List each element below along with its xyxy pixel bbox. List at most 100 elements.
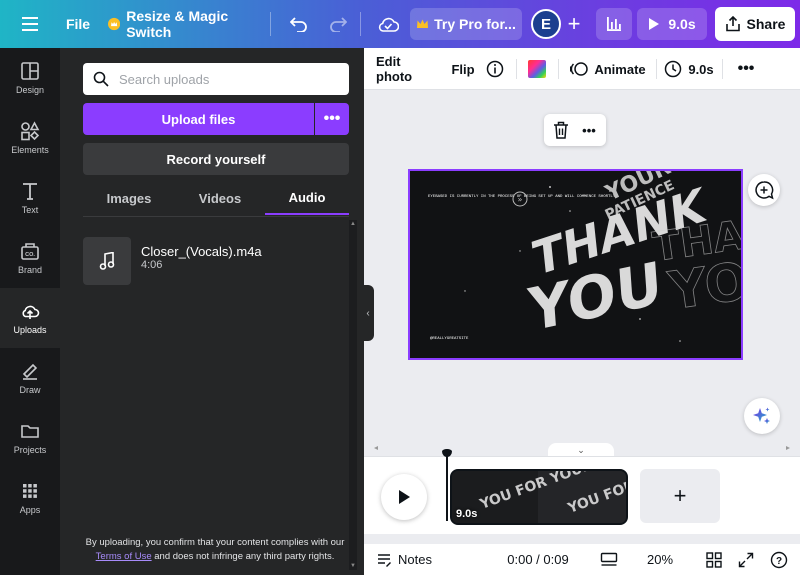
page-view-button[interactable] — [598, 544, 620, 575]
design-icon — [21, 62, 39, 80]
timing-label: 9.0s — [688, 61, 714, 77]
tabs-divider — [83, 216, 349, 217]
rail-item-label: Apps — [19, 505, 41, 515]
tab-videos[interactable]: Videos — [174, 181, 266, 215]
rail-item-elements[interactable]: Elements — [0, 108, 60, 168]
grid-view-button[interactable] — [704, 544, 724, 575]
tab-images[interactable]: Images — [83, 181, 175, 215]
timeline-toggle-button[interactable]: ⌄ — [548, 443, 614, 457]
share-button[interactable]: Share — [715, 7, 795, 41]
notes-label: Notes — [398, 552, 432, 567]
scroll-down-arrow-icon[interactable]: ▼ — [349, 562, 357, 570]
menu-hamburger-button[interactable] — [12, 0, 48, 48]
collapse-panel-handle[interactable]: ‹ — [362, 285, 374, 341]
undo-button[interactable] — [283, 0, 315, 48]
upload-more-options-button[interactable]: ••• — [315, 103, 349, 135]
terms-of-use-link[interactable]: Terms of Use — [96, 551, 152, 562]
fullscreen-button[interactable] — [736, 544, 756, 575]
music-note-icon — [99, 252, 115, 270]
rail-item-uploads[interactable]: Uploads — [0, 288, 60, 348]
rail-item-draw[interactable]: Draw — [0, 348, 60, 408]
clip-duration: 9.0s — [456, 508, 478, 520]
disclaimer-text: and does not infringe any third party ri… — [151, 551, 335, 562]
color-swatch-icon — [528, 60, 546, 78]
magic-assistant-button[interactable] — [744, 398, 780, 434]
info-icon — [486, 60, 504, 78]
rail-item-brand[interactable]: CO. Brand — [0, 228, 60, 288]
rail-item-label: Elements — [11, 145, 49, 155]
disclaimer-text: By uploading, you confirm that your cont… — [85, 537, 345, 548]
animate-label: Animate — [594, 61, 646, 77]
timing-button[interactable]: 9.0s — [664, 48, 714, 90]
edit-photo-button[interactable]: Edit photo — [376, 48, 440, 90]
resize-magic-switch-label: Resize & Magic Switch — [126, 8, 229, 40]
present-play-button[interactable]: 9.0s — [637, 8, 707, 40]
more-options-button[interactable]: ••• — [734, 48, 758, 90]
divider — [558, 59, 559, 79]
play-icon — [399, 490, 410, 504]
color-picker-button[interactable] — [526, 48, 548, 90]
audio-file-item[interactable]: Closer_(Vocals).m4a 4:06 — [83, 237, 349, 285]
file-menu-button[interactable]: File — [60, 0, 96, 48]
redo-button[interactable] — [322, 0, 354, 48]
trash-icon — [554, 121, 568, 139]
panel-scrollbar[interactable]: ▲ ▼ — [349, 220, 357, 570]
design-artwork: EYEBASED IS CURRENTLY IN THE PROCESS OF … — [410, 171, 741, 358]
scroll-up-arrow-icon[interactable]: ▲ — [349, 220, 357, 228]
search-box[interactable] — [83, 63, 349, 95]
resize-magic-switch-button[interactable]: Resize & Magic Switch — [108, 0, 258, 48]
crown-icon — [108, 17, 121, 31]
info-button[interactable] — [484, 48, 506, 90]
try-pro-button[interactable]: Try Pro for... — [410, 8, 522, 40]
animate-button[interactable]: Animate — [568, 48, 648, 90]
delete-button[interactable] — [547, 114, 575, 146]
redo-icon — [330, 17, 347, 32]
plus-icon: + — [673, 483, 687, 508]
rail-item-projects[interactable]: Projects — [0, 408, 60, 468]
save-status-button[interactable] — [372, 0, 404, 48]
timeline-play-button[interactable] — [381, 474, 427, 520]
crown-icon — [417, 19, 429, 28]
notes-icon — [378, 553, 392, 567]
record-yourself-button[interactable]: Record yourself — [83, 143, 349, 175]
design-page[interactable]: EYEBASED IS CURRENTLY IN THE PROCESS OF … — [408, 169, 743, 360]
clip-thumbnail: YOU FOR YOUR YOU FOR YOUR — [452, 471, 626, 523]
avatar[interactable]: E — [531, 9, 561, 39]
handle-text: @REALLYGREATSITE — [430, 336, 469, 341]
chevron-left-icon: ‹ — [366, 307, 370, 319]
notes-button[interactable]: Notes — [374, 544, 434, 575]
timeline-clip[interactable]: YOU FOR YOUR YOU FOR YOUR 9.0s — [450, 469, 628, 525]
plus-icon: + — [567, 11, 581, 36]
chevron-down-icon: ⌄ — [577, 444, 585, 455]
add-page-button[interactable]: + — [640, 469, 720, 523]
insights-button[interactable] — [596, 8, 632, 40]
share-label: Share — [746, 16, 786, 32]
rail-item-apps[interactable]: Apps — [0, 468, 60, 528]
tab-audio[interactable]: Audio — [265, 181, 349, 215]
rail-item-design[interactable]: Design — [0, 48, 60, 108]
upload-files-button[interactable]: Upload files — [83, 103, 314, 135]
add-collaborator-button[interactable]: + — [562, 0, 586, 48]
rail-item-text[interactable]: Text — [0, 168, 60, 228]
small-info-text: EYEBASED IS CURRENTLY IN THE PROCESS OF … — [428, 195, 618, 199]
more-horizontal-icon: ••• — [582, 122, 596, 138]
rail-item-label: Projects — [13, 445, 47, 455]
playhead[interactable] — [442, 449, 452, 521]
play-icon — [649, 18, 660, 30]
draw-icon — [22, 363, 38, 380]
duration-label: 9.0s — [668, 16, 696, 32]
more-horizontal-icon: ••• — [737, 60, 755, 77]
grid-view-icon — [706, 551, 722, 568]
help-button[interactable]: ? — [768, 544, 790, 575]
elements-icon — [21, 121, 40, 141]
uploads-panel: Upload files ••• Record yourself Images … — [60, 48, 364, 575]
flip-button[interactable]: Flip — [450, 48, 476, 90]
element-more-button[interactable]: ••• — [575, 114, 603, 146]
time-readout: 0:00 / 0:09 — [507, 552, 569, 567]
help-glyph: ? — [776, 555, 782, 566]
search-input[interactable] — [119, 71, 339, 87]
zoom-level[interactable]: 20% — [640, 544, 680, 575]
brand-icon: CO. — [21, 243, 39, 260]
add-comment-button[interactable] — [748, 174, 780, 206]
text-icon — [23, 183, 37, 200]
